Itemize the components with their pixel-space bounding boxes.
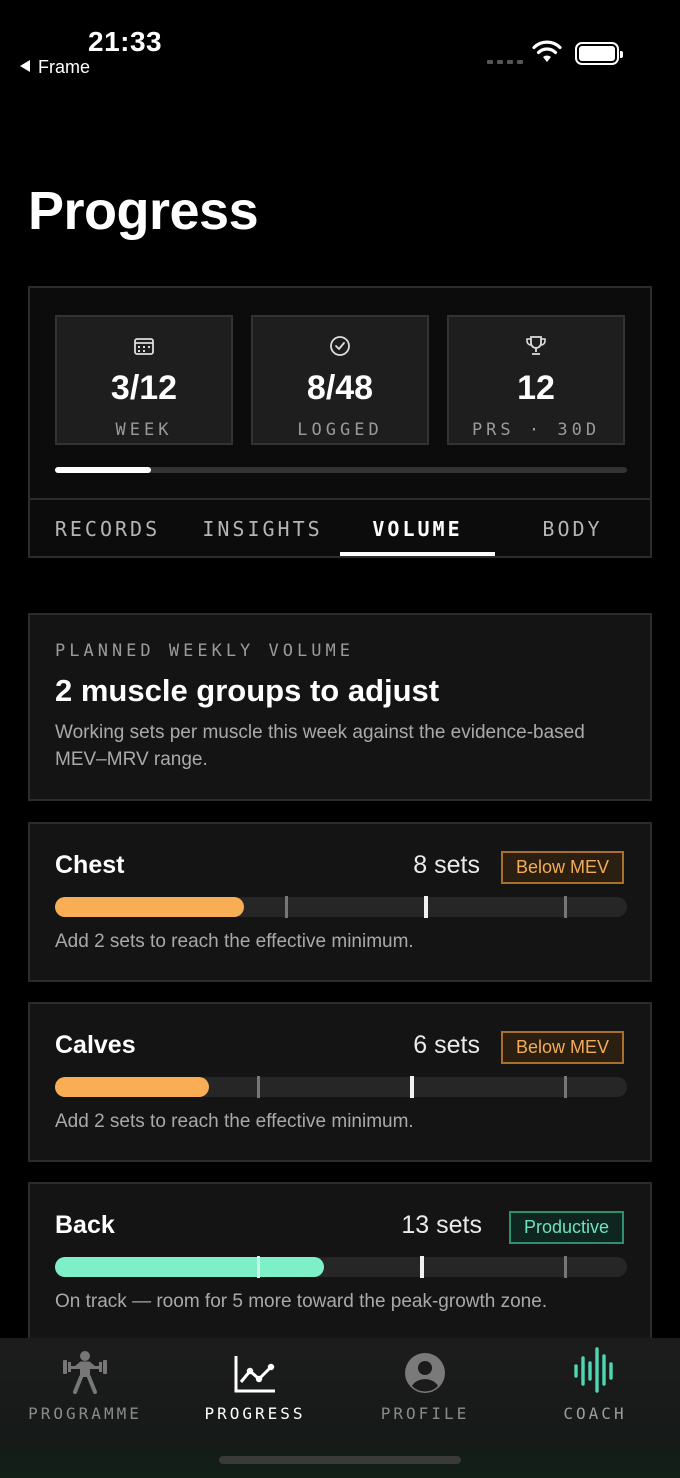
back-arrow-icon [20, 60, 30, 72]
section-description: Working sets per muscle this week agains… [55, 722, 585, 770]
mev-marker [285, 896, 288, 918]
clock: 21:33 [88, 26, 163, 57]
muscle-card-calves[interactable]: Calves 6 sets Below MEV Add 2 sets to re… [28, 1002, 652, 1162]
profile-icon [340, 1338, 510, 1398]
muscle-name: Chest [55, 851, 125, 879]
muscle-name: Calves [55, 1031, 136, 1059]
tab-records[interactable]: RECORDS [30, 500, 185, 556]
section-kicker: PLANNED WEEKLY VOLUME [55, 641, 354, 661]
nav-label: PROGRAMME [28, 1404, 142, 1423]
stat-logged: 8/48 LOGGED [251, 315, 429, 445]
nav-coach[interactable]: COACH [510, 1338, 680, 1438]
muscle-card-chest[interactable]: Chest 8 sets Below MEV Add 2 sets to rea… [28, 822, 652, 982]
mev-marker [257, 1256, 260, 1278]
muscle-card-back[interactable]: Back 13 sets Productive On track — room … [28, 1182, 652, 1352]
signal-dots-icon [487, 60, 523, 64]
nav-profile[interactable]: PROFILE [340, 1338, 510, 1438]
nav-label: PROFILE [380, 1404, 470, 1423]
programme-progress-bar [55, 467, 627, 473]
stat-week: 3/12 WEEK [55, 315, 233, 445]
back-to-app-button[interactable]: Frame [20, 57, 90, 78]
status-badge: Below MEV [500, 851, 624, 884]
volume-bar-fill [55, 1077, 210, 1097]
stat-value: 12 [517, 369, 555, 407]
line-chart-icon [170, 1338, 340, 1398]
wifi-icon [532, 40, 562, 62]
tab-insights[interactable]: INSIGHTS [185, 500, 340, 556]
muscle-name: Back [55, 1211, 115, 1239]
volume-bar [55, 896, 627, 918]
set-count: 13 sets [401, 1211, 482, 1239]
stat-value: 3/12 [110, 369, 178, 407]
nav-progress[interactable]: PROGRESS [170, 1338, 340, 1438]
summary-card: 3/12 WEEK 8/48 LOGGED 12 PRS · 30D [28, 286, 652, 500]
status-badge: Productive [508, 1211, 624, 1244]
waveform-icon [510, 1338, 680, 1398]
check-circle-icon [253, 331, 427, 361]
muscle-note: Add 2 sets to reach the effective minimu… [55, 1111, 414, 1132]
mav-marker [410, 1076, 414, 1098]
nav-label: COACH [563, 1404, 627, 1423]
volume-bar [55, 1256, 627, 1278]
home-indicator [219, 1456, 461, 1464]
stat-label: PRS · 30D [471, 420, 601, 440]
nav-label: PROGRESS [204, 1404, 306, 1423]
programme-progress-fill [55, 467, 151, 473]
mev-marker [257, 1076, 260, 1098]
battery-icon [575, 42, 623, 65]
tab-bar: RECORDS INSIGHTS VOLUME BODY [28, 500, 652, 558]
section-headline: 2 muscle groups to adjust [55, 673, 440, 708]
volume-bar-fill [55, 897, 244, 917]
mrv-marker [564, 1256, 567, 1278]
mrv-marker [564, 896, 567, 918]
trophy-icon [449, 331, 623, 361]
volume-bar-fill [55, 1257, 324, 1277]
weightlifter-icon [0, 1338, 170, 1398]
tab-volume[interactable]: VOLUME [340, 500, 495, 556]
mav-marker [420, 1256, 424, 1278]
stat-label: WEEK [115, 420, 173, 440]
calendar-icon [57, 331, 231, 361]
volume-summary-card: PLANNED WEEKLY VOLUME 2 muscle groups to… [28, 613, 652, 801]
page-title: Progress [28, 181, 259, 241]
back-label: Frame [38, 57, 91, 77]
stat-prs: 12 PRS · 30D [447, 315, 625, 445]
mrv-marker [564, 1076, 567, 1098]
set-count: 8 sets [413, 851, 480, 879]
muscle-note: On track — room for 5 more toward the pe… [55, 1291, 548, 1312]
stat-label: LOGGED [297, 420, 383, 440]
mav-marker [424, 896, 428, 918]
stat-value: 8/48 [306, 369, 374, 407]
set-count: 6 sets [413, 1031, 480, 1059]
volume-bar [55, 1076, 627, 1098]
tab-body[interactable]: BODY [495, 500, 650, 556]
muscle-note: Add 2 sets to reach the effective minimu… [55, 931, 414, 952]
status-bar: 21:33 Frame [0, 0, 680, 90]
nav-programme[interactable]: PROGRAMME [0, 1338, 170, 1438]
status-badge: Below MEV [500, 1031, 624, 1064]
